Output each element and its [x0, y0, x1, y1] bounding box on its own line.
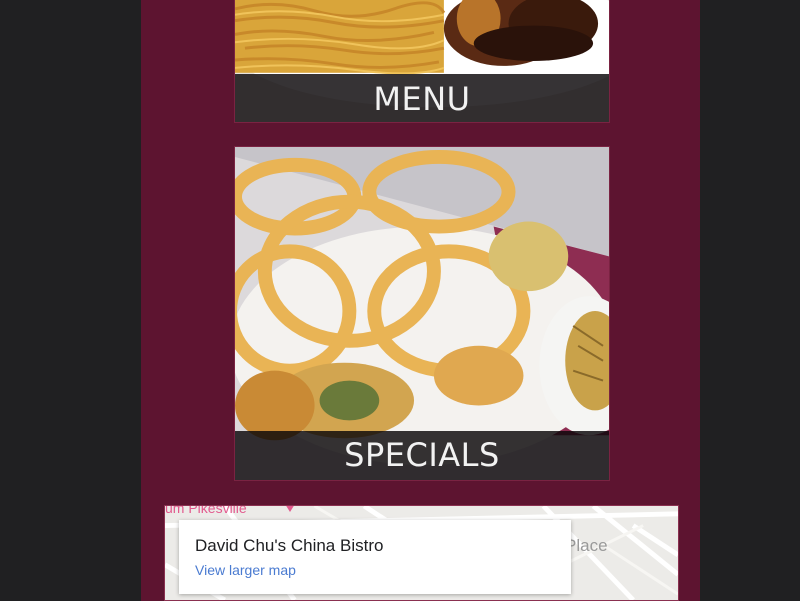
- map-info-card: David Chu's China Bistro View larger map: [179, 520, 571, 594]
- specials-tile[interactable]: SPECIALS: [234, 146, 610, 481]
- map-pin-icon: [286, 506, 294, 512]
- specials-label[interactable]: SPECIALS: [235, 431, 609, 480]
- map-place-title: David Chu's China Bistro: [195, 536, 384, 555]
- map-place-label: Place: [565, 536, 608, 555]
- menu-tile[interactable]: MENU: [234, 0, 610, 123]
- map-embed[interactable]: um Pikesville Place David Chu's China Bi…: [164, 505, 679, 601]
- view-larger-map-link[interactable]: View larger map: [195, 562, 571, 578]
- map-town-label: um Pikesville: [165, 505, 247, 516]
- menu-label[interactable]: MENU: [235, 74, 609, 122]
